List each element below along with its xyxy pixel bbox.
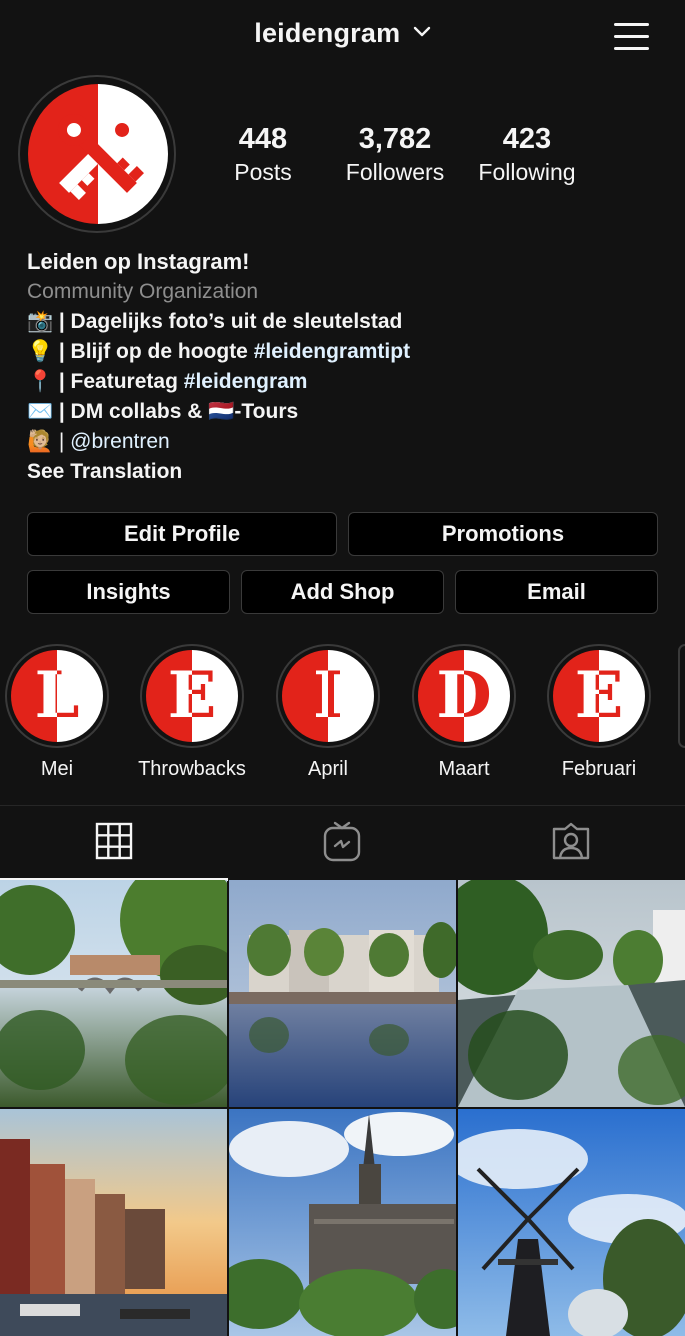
tagged-icon <box>551 821 591 866</box>
highlight-cover: L <box>11 650 103 742</box>
stat-posts[interactable]: 448 Posts <box>193 120 333 186</box>
bio-text-4b: -Tours <box>234 400 299 423</box>
display-name: Leiden op Instagram! <box>27 249 250 274</box>
avatar[interactable] <box>28 84 168 224</box>
highlight-label: Mei <box>40 758 74 780</box>
highlight-letter: D <box>418 658 510 734</box>
igtv-icon <box>322 820 362 867</box>
tab-tagged[interactable] <box>457 806 685 880</box>
post-image-church-tower <box>229 1109 456 1336</box>
lightbulb-icon: 💡 <box>27 340 54 363</box>
highlight-cover: E <box>146 650 238 742</box>
post-thumbnail[interactable] <box>229 1109 456 1336</box>
insights-button[interactable]: Insights <box>27 570 230 614</box>
highlight-overflow-edge[interactable] <box>678 644 685 748</box>
posts-count: 448 <box>238 123 288 155</box>
post-image-sunset-canal <box>0 1109 227 1336</box>
profile-bio: Leiden op Instagram! Community Organizat… <box>27 247 657 487</box>
bio-text-1: | Dagelijks foto’s uit de sleutelstad <box>58 310 403 333</box>
bio-line-3: 📍 | Featuretag #leidengram <box>27 367 657 397</box>
account-switcher[interactable]: leidengram <box>0 18 685 49</box>
bio-text-2: | Blijf op de hoogte <box>58 340 248 363</box>
grid-icon <box>95 822 133 865</box>
post-thumbnail[interactable] <box>229 880 456 1107</box>
post-thumbnail[interactable] <box>458 880 685 1107</box>
highlight-cover: I <box>282 650 374 742</box>
raised-hand-person-icon: 🙋🏼 <box>27 430 54 453</box>
tab-igtv[interactable] <box>228 806 456 880</box>
stat-followers[interactable]: 3,782 Followers <box>325 120 465 186</box>
followers-count: 3,782 <box>358 123 432 155</box>
bio-line-4: ✉️ | DM collabs & 🇳🇱-Tours <box>27 397 657 427</box>
highlight-label: April <box>307 758 348 780</box>
highlight-letter: E <box>553 658 645 734</box>
hamburger-menu-icon[interactable] <box>612 20 652 54</box>
add-shop-button[interactable]: Add Shop <box>241 570 444 614</box>
envelope-icon: ✉️ <box>27 400 54 423</box>
post-thumbnail[interactable] <box>0 1109 227 1336</box>
highlight-letter: E <box>146 658 238 734</box>
highlight-letter: I <box>282 658 374 734</box>
post-image-tree-canal <box>458 880 685 1107</box>
tab-grid[interactable] <box>0 806 228 881</box>
post-thumbnail[interactable] <box>458 1109 685 1336</box>
edit-profile-button[interactable]: Edit Profile <box>27 512 337 556</box>
followers-label: Followers <box>345 159 445 185</box>
bio-line-5: 🙋🏼 | @brentren <box>27 427 657 457</box>
bio-text-4: | DM collabs & <box>58 400 203 423</box>
highlight-ring: E <box>140 644 244 748</box>
chevron-down-icon <box>413 25 431 43</box>
mention-link[interactable]: @brentren <box>70 430 170 453</box>
highlight-cover: D <box>418 650 510 742</box>
highlight-februari[interactable]: E Februari <box>544 644 654 781</box>
posts-label: Posts <box>234 159 292 185</box>
highlight-label: Maart <box>438 758 490 780</box>
highlight-ring: D <box>412 644 516 748</box>
profile-tabs <box>0 805 685 881</box>
highlight-letter: L <box>11 658 103 734</box>
highlight-cover: E <box>553 650 645 742</box>
camera-icon: 📸 <box>27 310 54 333</box>
leiden-keys-logo <box>28 84 168 224</box>
bio-text-5: | <box>58 430 65 453</box>
highlight-ring: I <box>276 644 380 748</box>
following-count: 423 <box>502 123 552 155</box>
post-thumbnail[interactable] <box>0 880 227 1107</box>
hashtag-leidengramtipt[interactable]: #leidengramtipt <box>254 340 410 363</box>
bio-line-2: 💡 | Blijf op de hoogte #leidengramtipt <box>27 337 657 367</box>
email-button[interactable]: Email <box>455 570 658 614</box>
bio-text-3: | Featuretag <box>58 370 178 393</box>
highlight-maart[interactable]: D Maart <box>409 644 519 781</box>
category-label: Community Organization <box>27 280 259 303</box>
post-image-canal-houses <box>229 880 456 1107</box>
highlight-throwbacks[interactable]: E Throwbacks <box>137 644 247 781</box>
netherlands-flag-icon: 🇳🇱 <box>208 400 235 423</box>
username: leidengram <box>254 18 401 48</box>
see-translation-link[interactable]: See Translation <box>27 457 657 487</box>
highlight-label: Februari <box>561 758 637 780</box>
stat-following[interactable]: 423 Following <box>457 120 597 186</box>
highlight-mei[interactable]: L Mei <box>2 644 112 781</box>
highlight-april[interactable]: I April <box>273 644 383 781</box>
post-image-canal-bridge <box>0 880 227 1107</box>
pin-icon: 📍 <box>27 370 54 393</box>
promotions-button[interactable]: Promotions <box>348 512 658 556</box>
hashtag-leidengram[interactable]: #leidengram <box>184 370 308 393</box>
highlight-label: Throwbacks <box>138 758 246 780</box>
top-bar: leidengram <box>0 0 685 76</box>
bio-line-1: 📸 | Dagelijks foto’s uit de sleutelstad <box>27 307 657 337</box>
highlight-ring: L <box>5 644 109 748</box>
following-label: Following <box>478 159 576 185</box>
post-image-windmill <box>458 1109 685 1336</box>
highlight-ring: E <box>547 644 651 748</box>
